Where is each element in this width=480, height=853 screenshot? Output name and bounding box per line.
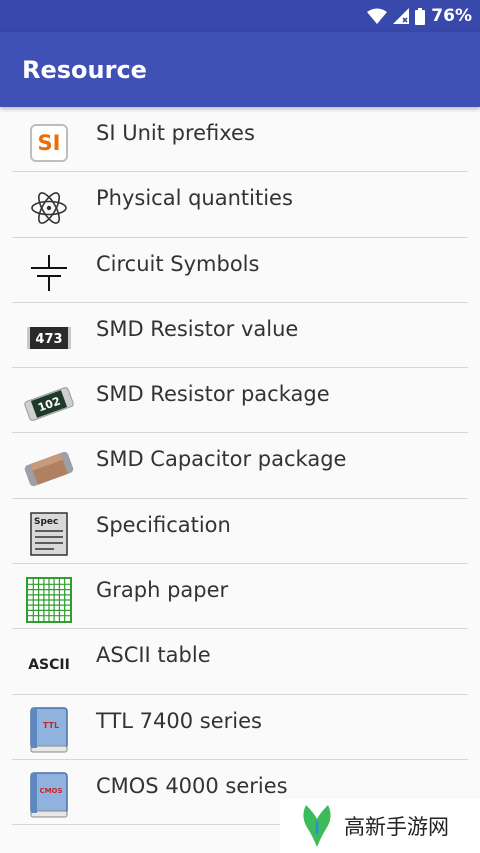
list-item-circuit-symbols[interactable]: Circuit Symbols bbox=[0, 238, 480, 304]
list-item-label: SMD Resistor package bbox=[96, 382, 330, 407]
list-item-graph-paper[interactable]: Graph paper bbox=[0, 564, 480, 630]
list-item-smd-capacitor-package[interactable]: SMD Capacitor package bbox=[0, 433, 480, 500]
list-item-label: SMD Capacitor package bbox=[96, 447, 347, 472]
smd-resistor-value-icon: 473 bbox=[0, 303, 80, 368]
svg-text:Spec: Spec bbox=[34, 517, 58, 527]
list-item-label: Specification bbox=[96, 512, 231, 537]
smd-resistor-package-icon: 102 bbox=[0, 368, 80, 433]
watermark-text: 高新手游网 bbox=[344, 815, 449, 839]
svg-text:CMOS: CMOS bbox=[39, 787, 62, 795]
capacitor-symbol-icon bbox=[0, 238, 80, 303]
page-title: Resource bbox=[22, 55, 147, 84]
list-item-specification[interactable]: Spec Specification bbox=[0, 499, 480, 565]
list-item-si-unit-prefixes[interactable]: SI SI Unit prefixes bbox=[0, 107, 480, 173]
list-item-label: CMOS 4000 series bbox=[96, 773, 288, 798]
ttl-book-icon: TTL bbox=[0, 695, 80, 760]
list-item-smd-resistor-value[interactable]: 473 SMD Resistor value bbox=[0, 303, 480, 369]
watermark-overlay: 高新手游网 bbox=[280, 799, 480, 853]
list-item-ascii-table[interactable]: ASCII ASCII table bbox=[0, 629, 480, 695]
watermark-logo-icon bbox=[303, 805, 331, 847]
list-item-label: Physical quantities bbox=[96, 186, 293, 211]
list-item-label: ASCII table bbox=[96, 643, 211, 668]
app-bar: Resource bbox=[0, 32, 480, 107]
list-item-label: TTL 7400 series bbox=[96, 708, 262, 733]
list-item-physical-quantities[interactable]: Physical quantities bbox=[0, 172, 480, 238]
resource-list: SI SI Unit prefixes Physical quantities … bbox=[0, 107, 480, 826]
atom-icon bbox=[0, 172, 80, 237]
si-prefix-icon: SI bbox=[0, 107, 80, 172]
svg-text:473: 473 bbox=[35, 332, 62, 347]
svg-text:TTL: TTL bbox=[43, 721, 59, 730]
wifi-icon bbox=[367, 8, 388, 24]
graph-paper-icon bbox=[0, 564, 80, 629]
battery-percentage: 76% bbox=[431, 6, 472, 26]
smd-capacitor-package-icon bbox=[0, 433, 80, 498]
list-item-label: Circuit Symbols bbox=[96, 251, 260, 276]
list-item-smd-resistor-package[interactable]: 102 SMD Resistor package bbox=[0, 368, 480, 434]
cell-signal-icon bbox=[393, 8, 410, 24]
list-item-label: SMD Resistor value bbox=[96, 316, 299, 341]
list-item-label: SI Unit prefixes bbox=[96, 121, 255, 145]
cmos-book-icon: CMOS bbox=[0, 760, 80, 825]
battery-icon bbox=[415, 7, 426, 25]
spec-document-icon: Spec bbox=[0, 499, 80, 564]
list-item-ttl-7400-series[interactable]: TTL TTL 7400 series bbox=[0, 695, 480, 761]
list-item-label: Graph paper bbox=[96, 578, 229, 603]
ascii-icon: ASCII bbox=[28, 656, 70, 673]
status-bar: 76% bbox=[0, 0, 480, 32]
